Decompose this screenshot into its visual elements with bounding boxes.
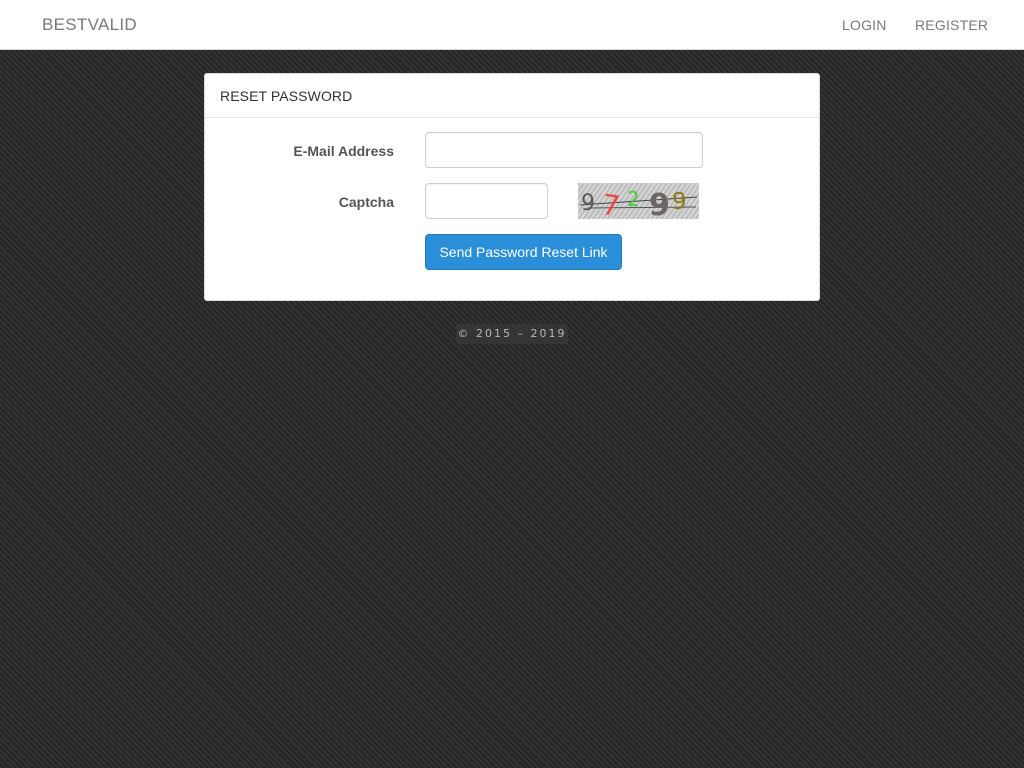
captcha-char-3: 2	[627, 187, 640, 211]
login-link[interactable]: LOGIN	[842, 17, 887, 33]
captcha-char-1: 9	[581, 191, 595, 216]
brand-logo-link[interactable]: BESTVALID	[42, 15, 137, 35]
captcha-char-4: 9	[649, 188, 670, 219]
email-label: E-Mail Address	[293, 143, 394, 159]
email-input[interactable]	[425, 132, 703, 168]
captcha-label: Captcha	[338, 194, 394, 210]
captcha-input[interactable]	[425, 183, 548, 219]
reset-password-panel: RESET PASSWORD E-Mail Address Captcha 9 …	[204, 73, 820, 301]
footer-copyright: © 2015 – 2019	[456, 324, 568, 344]
register-link[interactable]: REGISTER	[915, 17, 988, 33]
captcha-image: 9 7 2 9 9	[578, 183, 699, 219]
top-navbar: BESTVALID LOGIN REGISTER	[0, 0, 1024, 50]
panel-title: RESET PASSWORD	[205, 74, 819, 118]
send-reset-link-button[interactable]: Send Password Reset Link	[425, 234, 622, 270]
captcha-char-5: 9	[672, 189, 687, 215]
